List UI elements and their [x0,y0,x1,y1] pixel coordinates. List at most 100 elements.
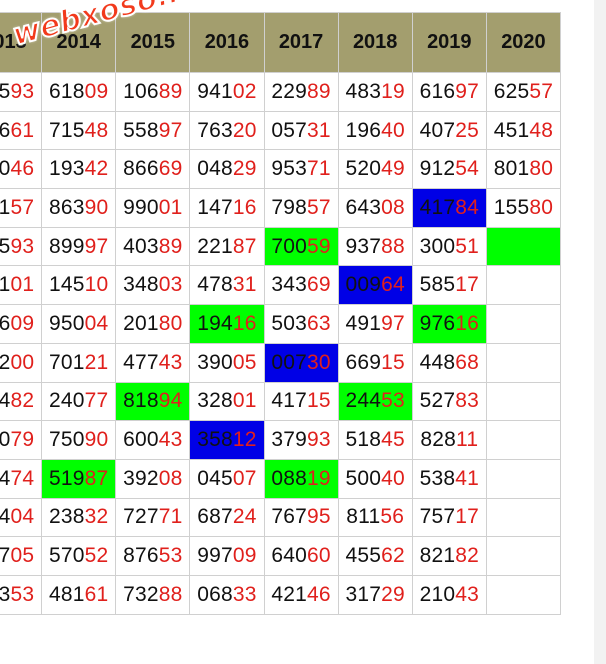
table-row: 57101145103480347831343690096458517 [0,265,562,306]
result-leading-digits: 007 [271,350,307,374]
year-header-2019: 2019 [411,12,487,73]
result-last-two-digits: 10 [84,273,109,297]
result-leading-digits: 145 [48,273,85,297]
table-viewport[interactable]: 20132014201520162017201820192020 1659361… [0,0,594,664]
result-cell: 58517 [411,265,487,306]
result-cell: 70121 [41,342,117,383]
result-cell: 81156 [337,497,413,538]
result-last-two-digits: 19 [381,79,405,103]
result-cell: 04829 [189,149,265,190]
result-cell: 39005 [189,342,265,383]
result-last-two-digits: 17 [455,273,480,297]
result-cell: 00730 [263,342,339,383]
result-last-two-digits: 61 [84,582,109,606]
result-leading-digits: 421 [271,582,307,606]
result-cell: 23832 [41,497,117,538]
result-last-two-digits: 80 [158,311,183,335]
result-last-two-digits: 69 [158,157,183,181]
result-leading-digits: 403 [123,234,159,258]
result-cell: 97616 [411,304,487,344]
result-leading-digits: 240 [0,428,11,452]
result-last-two-digits: 29 [381,582,405,606]
result-last-two-digits: 29 [232,157,257,181]
result-last-two-digits: 53 [158,544,183,568]
result-last-two-digits: 43 [455,582,480,606]
result-last-two-digits: 89 [158,79,183,103]
result-leading-digits: 763 [197,118,233,142]
result-last-two-digits: 08 [158,466,183,490]
result-cell [485,381,562,422]
result-last-two-digits: 97 [84,234,109,258]
result-cell: 49197 [337,304,413,344]
result-last-two-digits: 09 [10,311,35,335]
result-cell: 60043 [115,420,191,460]
result-leading-digits: 147 [197,195,233,219]
year-header-2013: 2013 [0,12,43,73]
result-cell: 64060 [263,536,339,576]
result-leading-digits: 618 [48,79,85,103]
result-leading-digits: 500 [345,466,382,490]
result-leading-digits: 687 [197,505,233,529]
result-leading-digits: 828 [420,428,457,452]
table-row: 9266171548558977632005731196404072545148 [0,110,562,151]
result-cell: 15580 [485,188,562,228]
result-leading-digits: 750 [48,428,85,452]
result-cell: 49046 [0,149,43,190]
result-last-two-digits: 07 [232,466,257,490]
result-last-two-digits: 01 [10,273,35,297]
result-leading-digits: 997 [197,544,233,568]
result-leading-digits: 912 [419,157,456,181]
result-last-two-digits: 74 [10,466,35,490]
result-cell: 50040 [337,458,413,499]
result-cell: 69157 [0,188,43,228]
result-cell: 40725 [411,110,487,151]
result-last-two-digits: 11 [456,428,479,452]
result-last-two-digits: 32 [84,505,109,529]
table-row: 80705570528765399709640604556282182 [0,536,562,576]
result-last-two-digits: 93 [10,79,35,103]
result-last-two-digits: 89 [307,79,331,103]
result-last-two-digits: 95 [307,505,331,529]
result-last-two-digits: 51 [455,234,480,258]
result-cell: 32801 [189,381,265,422]
result-cell: 73288 [115,574,191,615]
result-leading-digits: 821 [419,544,456,568]
result-last-two-digits: 16 [455,311,480,335]
result-last-two-digits: 57 [529,79,554,103]
result-leading-digits: 317 [345,582,382,606]
result-cell: 40389 [115,226,191,267]
result-last-two-digits: 71 [307,157,331,181]
result-last-two-digits: 08 [381,195,405,219]
result-leading-digits: 221 [197,234,233,258]
result-last-two-digits: 93 [10,234,35,258]
result-cell: 52783 [411,381,487,422]
result-leading-digits: 379 [271,428,307,452]
result-last-two-digits: 93 [307,428,331,452]
result-leading-digits: 538 [419,466,456,490]
result-last-two-digits: 52 [84,544,109,568]
result-leading-digits: 863 [48,195,85,219]
result-cell: 45562 [337,536,413,576]
result-cell: 41715 [263,381,339,422]
result-leading-digits: 483 [345,79,382,103]
result-last-two-digits: 03 [158,273,183,297]
result-cell: 08819 [263,458,339,499]
result-last-two-digits: 21 [84,350,109,374]
result-last-two-digits: 12 [232,428,257,452]
result-leading-digits: 503 [271,311,307,335]
result-cell: 30051 [411,226,487,267]
result-last-two-digits: 31 [307,118,331,142]
result-cell: 76320 [189,110,265,151]
result-cell: 82182 [411,536,487,576]
result-cell: 52049 [337,149,413,190]
result-leading-digits: 524 [0,505,11,529]
result-last-two-digits: 02 [232,79,257,103]
result-leading-digits: 348 [123,273,159,297]
result-leading-digits: 866 [123,157,159,181]
result-leading-digits: 356 [0,311,11,335]
result-leading-digits: 767 [271,505,307,529]
result-cell: 05731 [263,110,339,151]
result-cell [485,458,562,499]
result-cell: 21043 [411,574,487,615]
result-last-two-digits: 00 [10,350,35,374]
